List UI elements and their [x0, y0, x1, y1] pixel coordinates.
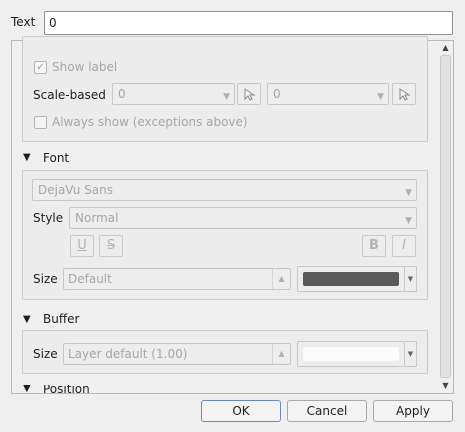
pick-scale-max-button[interactable]: [392, 83, 416, 105]
cancel-button[interactable]: Cancel: [287, 400, 367, 422]
cursor-pick-icon: [399, 88, 411, 101]
spin-arrows-icon: ▲: [272, 344, 290, 364]
font-color-dropdown[interactable]: ▼: [405, 266, 417, 292]
chevron-down-icon: ▼: [223, 92, 230, 102]
scale-min-combo[interactable]: 0 ▼: [112, 83, 235, 105]
cursor-pick-icon: [244, 88, 256, 101]
chevron-down-icon: ▼: [405, 188, 412, 198]
scroll-thumb[interactable]: [440, 55, 451, 378]
bold-button[interactable]: B: [362, 235, 386, 257]
scale-min-value: 0: [118, 87, 126, 101]
font-section-title: Font: [43, 151, 70, 165]
buffer-color-dropdown[interactable]: ▼: [405, 341, 417, 367]
font-size-value: Default: [68, 272, 112, 286]
font-family-value: DejaVu Sans: [38, 183, 113, 197]
text-input[interactable]: 0: [44, 11, 453, 35]
collapse-font-icon[interactable]: ▼: [23, 152, 31, 163]
font-style-value: Normal: [75, 211, 119, 225]
font-style-combo[interactable]: Normal ▼: [69, 207, 417, 229]
position-section-clip: ▼ Position: [12, 385, 438, 393]
scroll-up-icon[interactable]: ▲: [441, 43, 450, 52]
pick-scale-min-button[interactable]: [237, 83, 261, 105]
chevron-down-icon: ▼: [405, 216, 412, 226]
buffer-color-button[interactable]: [297, 341, 405, 367]
text-label: Text: [11, 15, 36, 29]
font-size-label: Size: [33, 272, 58, 286]
apply-button[interactable]: Apply: [373, 400, 453, 422]
font-color-swatch: [303, 272, 399, 286]
strikethrough-button[interactable]: S: [99, 235, 123, 257]
always-show-checkbox[interactable]: [34, 116, 47, 129]
ok-button[interactable]: OK: [201, 400, 281, 422]
collapse-buffer-icon[interactable]: ▼: [23, 314, 31, 325]
font-color-button[interactable]: [297, 266, 405, 292]
show-label-checkbox[interactable]: ✓: [34, 61, 47, 74]
font-size-spinbox[interactable]: Default ▲: [63, 268, 291, 290]
show-label-text: Show label: [52, 60, 118, 74]
style-label: Style: [33, 211, 64, 225]
always-show-text: Always show (exceptions above): [52, 115, 248, 129]
collapse-position-icon[interactable]: ▼: [23, 385, 31, 393]
buffer-color-swatch: [303, 347, 399, 361]
scroll-down-icon[interactable]: ▼: [441, 381, 450, 390]
scale-max-value: 0: [273, 87, 281, 101]
position-section-title: Position: [43, 385, 90, 393]
italic-button[interactable]: I: [392, 235, 416, 257]
underline-button[interactable]: U: [70, 235, 94, 257]
buffer-size-label: Size: [33, 347, 58, 361]
buffer-size-value: Layer default (1.00): [68, 347, 188, 361]
buffer-size-spinbox[interactable]: Layer default (1.00) ▲: [63, 343, 291, 365]
buffer-section-title: Buffer: [43, 312, 80, 326]
scale-based-label: Scale-based: [33, 88, 106, 102]
spin-arrows-icon: ▲: [272, 269, 290, 289]
font-family-combo[interactable]: DejaVu Sans ▼: [32, 179, 417, 201]
chevron-down-icon: ▼: [377, 92, 384, 102]
scale-max-combo[interactable]: 0 ▼: [267, 83, 389, 105]
